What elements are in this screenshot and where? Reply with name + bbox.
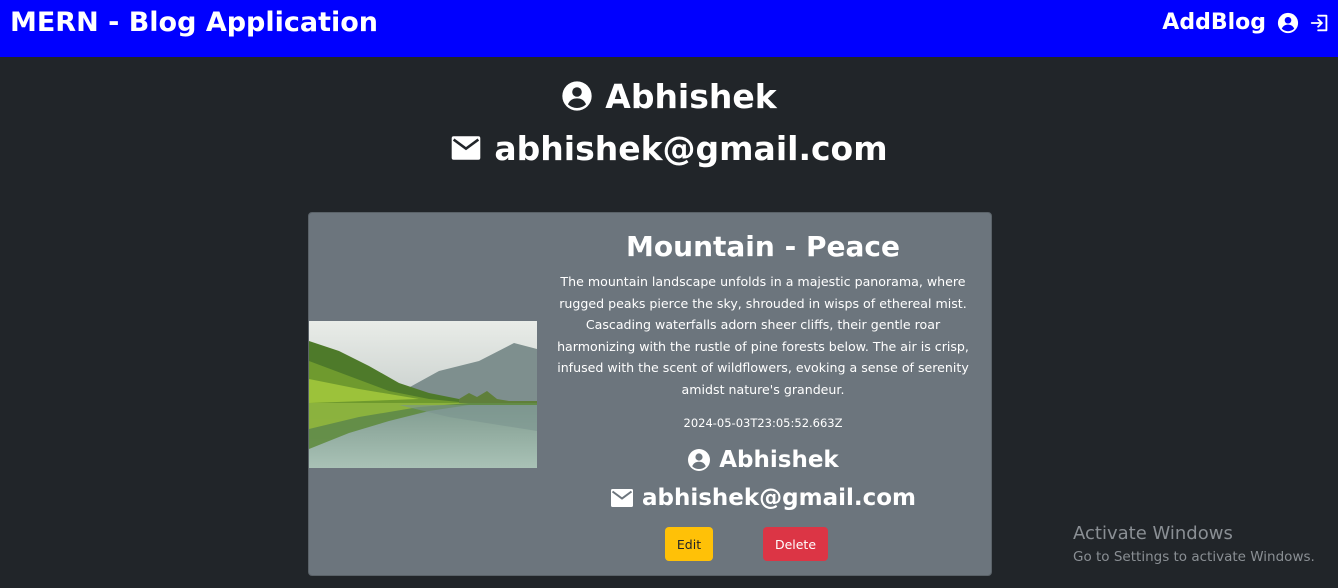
profile-name-row: Abhishek xyxy=(0,72,1338,120)
blog-card: Mountain - Peace The mountain landscape … xyxy=(308,212,992,576)
logout-icon[interactable] xyxy=(1308,11,1332,35)
navbar: MERN - Blog Application AddBlog xyxy=(0,0,1338,57)
delete-button[interactable]: Delete xyxy=(763,527,828,561)
blog-card-body: Mountain - Peace The mountain landscape … xyxy=(553,213,973,513)
activate-windows-watermark: Activate Windows Go to Settings to activ… xyxy=(1073,522,1315,566)
blog-title: Mountain - Peace xyxy=(626,230,900,263)
blog-email-row: abhishek@gmail.com xyxy=(553,483,973,513)
blog-description: The mountain landscape unfolds in a maje… xyxy=(557,274,969,397)
nav-actions: AddBlog xyxy=(1162,8,1332,38)
add-blog-link[interactable]: AddBlog xyxy=(1162,8,1266,38)
watermark-subtitle: Go to Settings to activate Windows. xyxy=(1073,549,1315,565)
mail-icon xyxy=(450,135,482,161)
blog-image xyxy=(309,321,537,468)
user-circle-icon xyxy=(561,80,593,112)
profile-name: Abhishek xyxy=(605,76,777,116)
blog-author-row: Abhishek xyxy=(553,445,973,475)
profile-email-row: abhishek@gmail.com xyxy=(0,124,1338,172)
user-circle-icon[interactable] xyxy=(1276,11,1300,35)
blog-author-email: abhishek@gmail.com xyxy=(641,484,917,511)
blog-author-name: Abhishek xyxy=(719,446,839,473)
edit-button[interactable]: Edit xyxy=(665,527,713,561)
watermark-title: Activate Windows xyxy=(1073,523,1233,544)
user-circle-icon xyxy=(687,448,711,472)
mail-icon xyxy=(610,488,634,508)
blog-date: 2024-05-03T23:05:52.663Z xyxy=(683,415,843,430)
app-title[interactable]: MERN - Blog Application xyxy=(10,6,378,40)
profile-email: abhishek@gmail.com xyxy=(494,128,888,168)
